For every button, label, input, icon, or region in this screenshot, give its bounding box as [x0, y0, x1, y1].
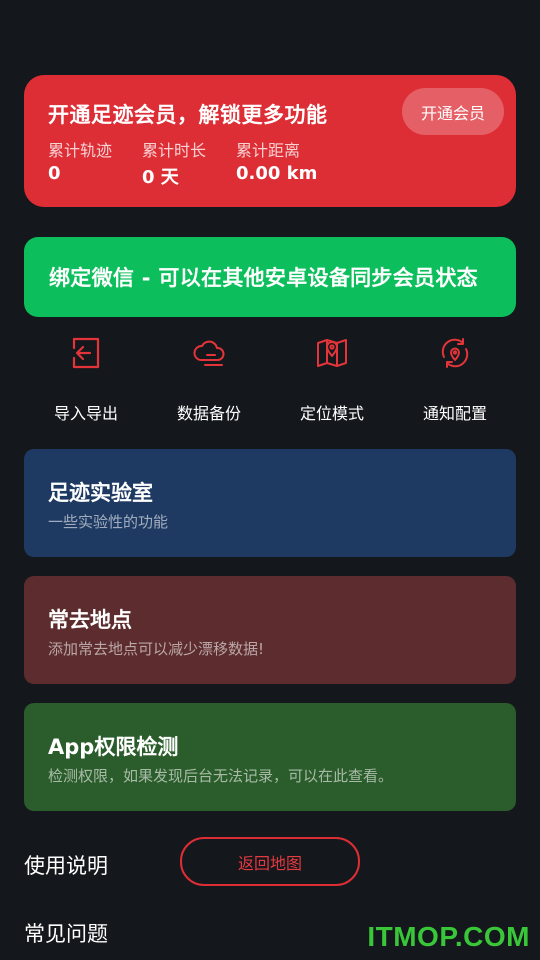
tool-location-mode-label: 定位模式: [299, 404, 364, 423]
membership-title: 开通足迹会员，解锁更多功能: [48, 103, 328, 127]
stat-tracks-value: 0: [48, 163, 61, 184]
open-membership-button[interactable]: 开通会员: [402, 88, 504, 135]
faq-link[interactable]: 常见问题: [24, 918, 108, 948]
tool-notification-config[interactable]: 通知配置: [400, 333, 510, 424]
bind-wechat-label: 绑定微信 - 可以在其他安卓设备同步会员状态: [49, 266, 478, 290]
tool-import-export-label: 导入导出: [53, 404, 118, 423]
permission-check-card[interactable]: App权限检测 检测权限，如果发现后台无法记录，可以在此查看。: [24, 703, 516, 811]
frequent-places-title: 常去地点: [48, 608, 132, 632]
frequent-places-description: 添加常去地点可以减少漂移数据!: [48, 640, 265, 658]
stat-distance-label: 累计距离: [236, 141, 301, 160]
footprint-lab-title: 足迹实验室: [48, 481, 153, 505]
stat-distance: 累计距离 0.00 km: [236, 137, 317, 184]
stat-duration: 累计时长 0 天: [142, 137, 206, 189]
tool-location-mode[interactable]: 定位模式: [277, 333, 387, 424]
tool-notification-config-label: 通知配置: [422, 404, 487, 423]
stat-distance-value: 0.00 km: [236, 163, 318, 184]
map-location-icon: [317, 339, 347, 367]
footprint-lab-description: 一些实验性的功能: [48, 513, 169, 531]
cloud-backup-icon: [193, 340, 225, 366]
tool-import-export[interactable]: 导入导出: [31, 333, 141, 424]
tool-data-backup-label: 数据备份: [176, 404, 241, 423]
usage-instructions-link[interactable]: 使用说明: [24, 850, 108, 880]
tool-data-backup[interactable]: 数据备份: [154, 333, 264, 424]
footprint-lab-card[interactable]: 足迹实验室 一些实验性的功能: [24, 449, 516, 557]
back-to-map-button[interactable]: 返回地图: [180, 837, 360, 886]
import-export-icon: [72, 337, 100, 369]
membership-card[interactable]: 开通足迹会员，解锁更多功能 开通会员 累计轨迹 0 累计时长 0 天 累计距离 …: [24, 75, 516, 207]
bind-wechat-card[interactable]: 绑定微信 - 可以在其他安卓设备同步会员状态: [24, 237, 516, 317]
permission-check-description: 检测权限，如果发现后台无法记录，可以在此查看。: [48, 767, 394, 785]
stat-tracks: 累计轨迹 0: [48, 137, 112, 184]
permission-check-title: App权限检测: [48, 735, 179, 759]
frequent-places-card[interactable]: 常去地点 添加常去地点可以减少漂移数据!: [24, 576, 516, 684]
notification-refresh-icon: [441, 338, 469, 368]
watermark: ITMOP.COM: [367, 921, 530, 952]
stat-tracks-label: 累计轨迹: [48, 141, 113, 160]
stat-duration-value: 0 天: [142, 167, 179, 188]
tool-shortcuts: 导入导出 数据备份 定位模式 通知配置: [0, 333, 540, 433]
stat-duration-label: 累计时长: [142, 141, 207, 160]
